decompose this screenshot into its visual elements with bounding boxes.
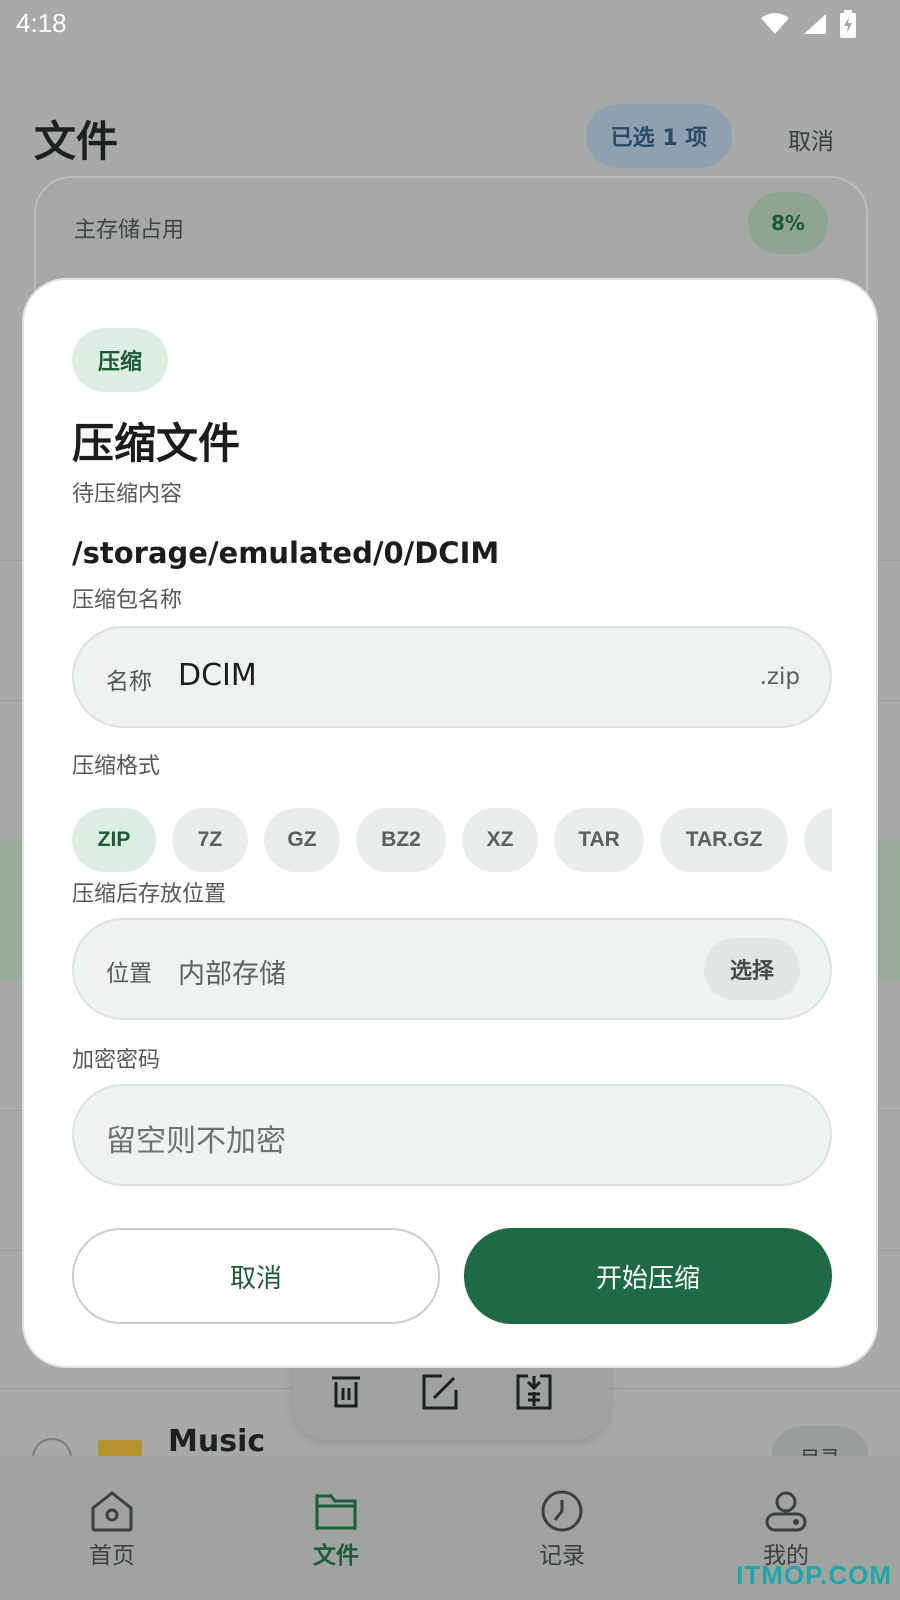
field-label: 名称: [106, 669, 152, 695]
choose-location-button[interactable]: 选择: [704, 938, 800, 1000]
format-chip-xz[interactable]: XZ: [462, 808, 538, 872]
edit-icon[interactable]: [420, 1372, 460, 1412]
compress-dialog: 压缩 压缩文件 待压缩内容 /storage/emulated/0/DCIM 压…: [22, 278, 878, 1368]
cancel-selection-button[interactable]: 取消: [788, 122, 834, 156]
archive-name-input[interactable]: DCIM: [178, 658, 257, 693]
delete-icon[interactable]: [326, 1372, 366, 1412]
format-chip-list: ZIP 7Z GZ BZ2 XZ TAR TAR.GZ: [72, 808, 832, 874]
archive-name-field[interactable]: 名称 DCIM .zip: [72, 626, 832, 728]
archive-name-label: 压缩包名称: [72, 588, 183, 613]
nav-item-history[interactable]: 记录: [502, 1488, 622, 1570]
password-field[interactable]: 留空则不加密: [72, 1084, 832, 1186]
home-icon: [91, 1491, 133, 1532]
folder-icon: [315, 1494, 357, 1530]
source-label: 待压缩内容: [72, 482, 183, 507]
profile-icon: [765, 1491, 807, 1532]
selection-count-badge[interactable]: 已选 1 项: [586, 104, 732, 168]
nav-item-home[interactable]: 首页: [52, 1488, 172, 1570]
start-compress-button[interactable]: 开始压缩: [464, 1228, 832, 1324]
status-bar: 4:18: [0, 0, 900, 50]
field-label: 位置: [106, 961, 152, 987]
nav-label: 首页: [89, 1543, 135, 1569]
storage-label: 主存储占用: [74, 218, 185, 243]
watermark: ITMOP.COM: [736, 1560, 892, 1590]
nav-label: 文件: [313, 1543, 359, 1569]
storage-percent-badge: 8%: [748, 192, 828, 254]
save-location-field[interactable]: 位置 内部存储 选择: [72, 918, 832, 1020]
list-item-name: Music: [168, 1424, 266, 1459]
format-chip-gz[interactable]: GZ: [264, 808, 340, 872]
signal-icon: [804, 14, 826, 34]
save-location-value: 内部存储: [178, 959, 286, 990]
compress-icon[interactable]: [514, 1372, 554, 1412]
dialog-title: 压缩文件: [72, 419, 241, 468]
battery-icon: [840, 10, 856, 38]
status-icons: [760, 10, 856, 38]
format-chip-more[interactable]: [804, 808, 832, 872]
nav-item-profile[interactable]: 我的: [726, 1488, 846, 1570]
source-path: /storage/emulated/0/DCIM: [72, 536, 500, 570]
clock-icon: [541, 1490, 583, 1532]
format-chip-tar[interactable]: TAR: [554, 808, 644, 872]
dialog-category-chip: 压缩: [72, 328, 168, 392]
format-chip-7z[interactable]: 7Z: [172, 808, 248, 872]
format-chip-bz2[interactable]: BZ2: [356, 808, 446, 872]
format-label: 压缩格式: [72, 754, 161, 779]
password-label: 加密密码: [72, 1048, 161, 1073]
page-title: 文件: [34, 117, 119, 166]
nav-label: 记录: [539, 1543, 585, 1569]
format-chip-tar-gz[interactable]: TAR.GZ: [660, 808, 788, 872]
password-input[interactable]: 留空则不加密: [106, 1116, 286, 1160]
format-chip-zip[interactable]: ZIP: [72, 808, 156, 872]
cancel-button[interactable]: 取消: [72, 1228, 440, 1324]
extension-suffix: .zip: [759, 664, 800, 690]
status-time: 4:18: [16, 8, 67, 38]
nav-item-files[interactable]: 文件: [276, 1488, 396, 1570]
location-label: 压缩后存放位置: [72, 882, 227, 907]
wifi-icon: [761, 13, 789, 34]
